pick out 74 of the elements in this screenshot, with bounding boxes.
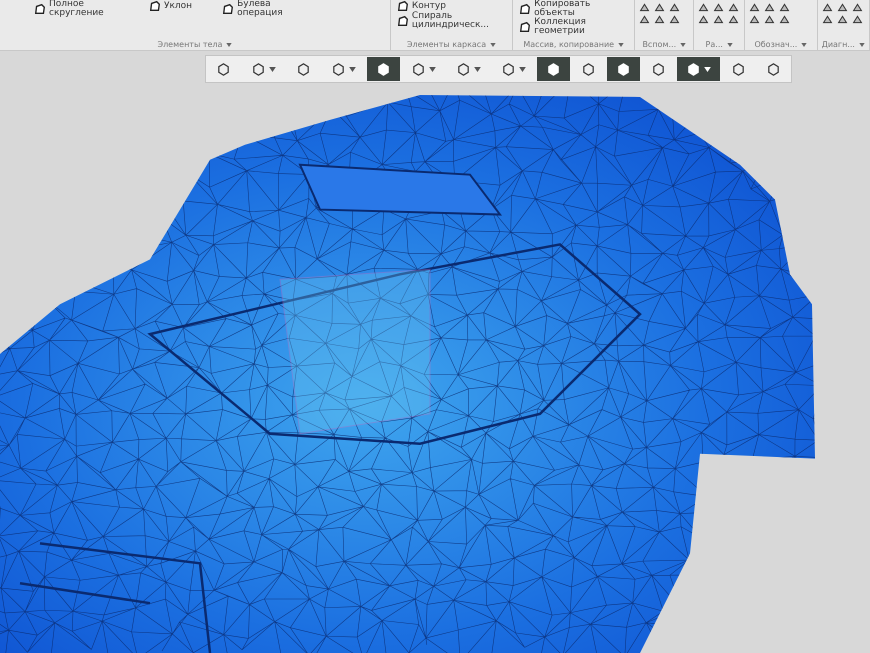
tool-icon[interactable] [836,14,848,25]
tool-icon [396,15,409,27]
hexagon-icon [251,62,266,76]
tool-icon [149,0,161,12]
tool-icon[interactable] [852,2,863,13]
tool-icon[interactable] [654,14,666,25]
tool-icon[interactable] [713,2,724,13]
toolbar-button[interactable] [537,57,570,81]
tool-icon [396,0,409,12]
caret-icon[interactable] [226,42,232,46]
tool-icon [222,3,234,15]
tool-icon[interactable] [713,14,724,25]
tool-icon[interactable] [698,14,710,25]
hexagon-icon [766,62,781,76]
hexagon-icon [581,62,596,76]
caret-icon [519,66,526,72]
tool-icon [519,3,532,15]
group-label: Вспом... [642,40,676,49]
tool-icon[interactable] [764,14,776,25]
hexagon-icon [616,62,631,76]
caret-icon [349,66,356,72]
hexagon-icon [686,62,701,76]
tool-icon[interactable] [639,14,650,25]
caret-icon [269,66,276,72]
tool-icon[interactable] [836,2,848,13]
caret-icon[interactable] [490,42,496,46]
ribbon-command[interactable]: Контур [396,0,446,12]
tool-icon[interactable] [639,2,650,13]
caret-icon[interactable] [801,42,808,46]
tool-icon[interactable] [852,14,863,25]
ribbon-command[interactable]: Коллекция геометрии [519,18,630,36]
ribbon-command[interactable]: Уклон [149,0,192,12]
toolbar-button[interactable] [677,57,720,81]
tool-icon[interactable] [698,2,710,13]
tool-icon[interactable] [779,14,790,25]
caret-icon [474,66,481,72]
tool-icon[interactable] [764,2,776,13]
tool-icon[interactable] [749,2,760,13]
hexagon-icon [216,62,231,76]
group-label: Диагн... [822,40,855,49]
group-label: Ра... [706,40,723,49]
hexagon-icon [731,62,746,76]
hexagon-icon [411,62,426,76]
caret-icon [429,66,436,72]
hexagon-icon [456,62,471,76]
hexagon-icon [331,62,346,76]
tool-icon[interactable] [779,2,790,13]
caret-icon [704,66,711,72]
toolbar-button[interactable] [367,57,400,81]
hexagon-icon [651,62,666,76]
tool-icon[interactable] [728,14,740,25]
hexagon-icon [501,62,516,76]
caret-icon[interactable] [680,42,686,46]
group-label: Массив, копирование [523,40,614,49]
tool-icon[interactable] [654,2,666,13]
tool-icon[interactable] [669,14,680,25]
group-label: Элементы каркаса [406,40,486,49]
hexagon-icon [546,62,561,76]
caret-icon[interactable] [726,42,733,46]
tool-icon[interactable] [728,2,740,13]
caret-icon[interactable] [858,42,865,46]
tool-icon[interactable] [669,2,680,13]
ribbon-command[interactable]: Спираль цилиндрическ... [396,12,508,30]
tool-icon [519,21,532,33]
hexagon-icon [376,62,391,76]
caret-icon[interactable] [618,42,624,46]
hexagon-icon [296,62,311,76]
group-label: Элементы тела [157,40,222,49]
group-label: Обознач... [754,40,798,49]
tool-icon[interactable] [749,14,760,25]
tool-icon[interactable] [822,14,833,25]
tool-icon [34,3,46,15]
tool-icon[interactable] [822,2,833,13]
toolbar-button[interactable] [607,57,640,81]
